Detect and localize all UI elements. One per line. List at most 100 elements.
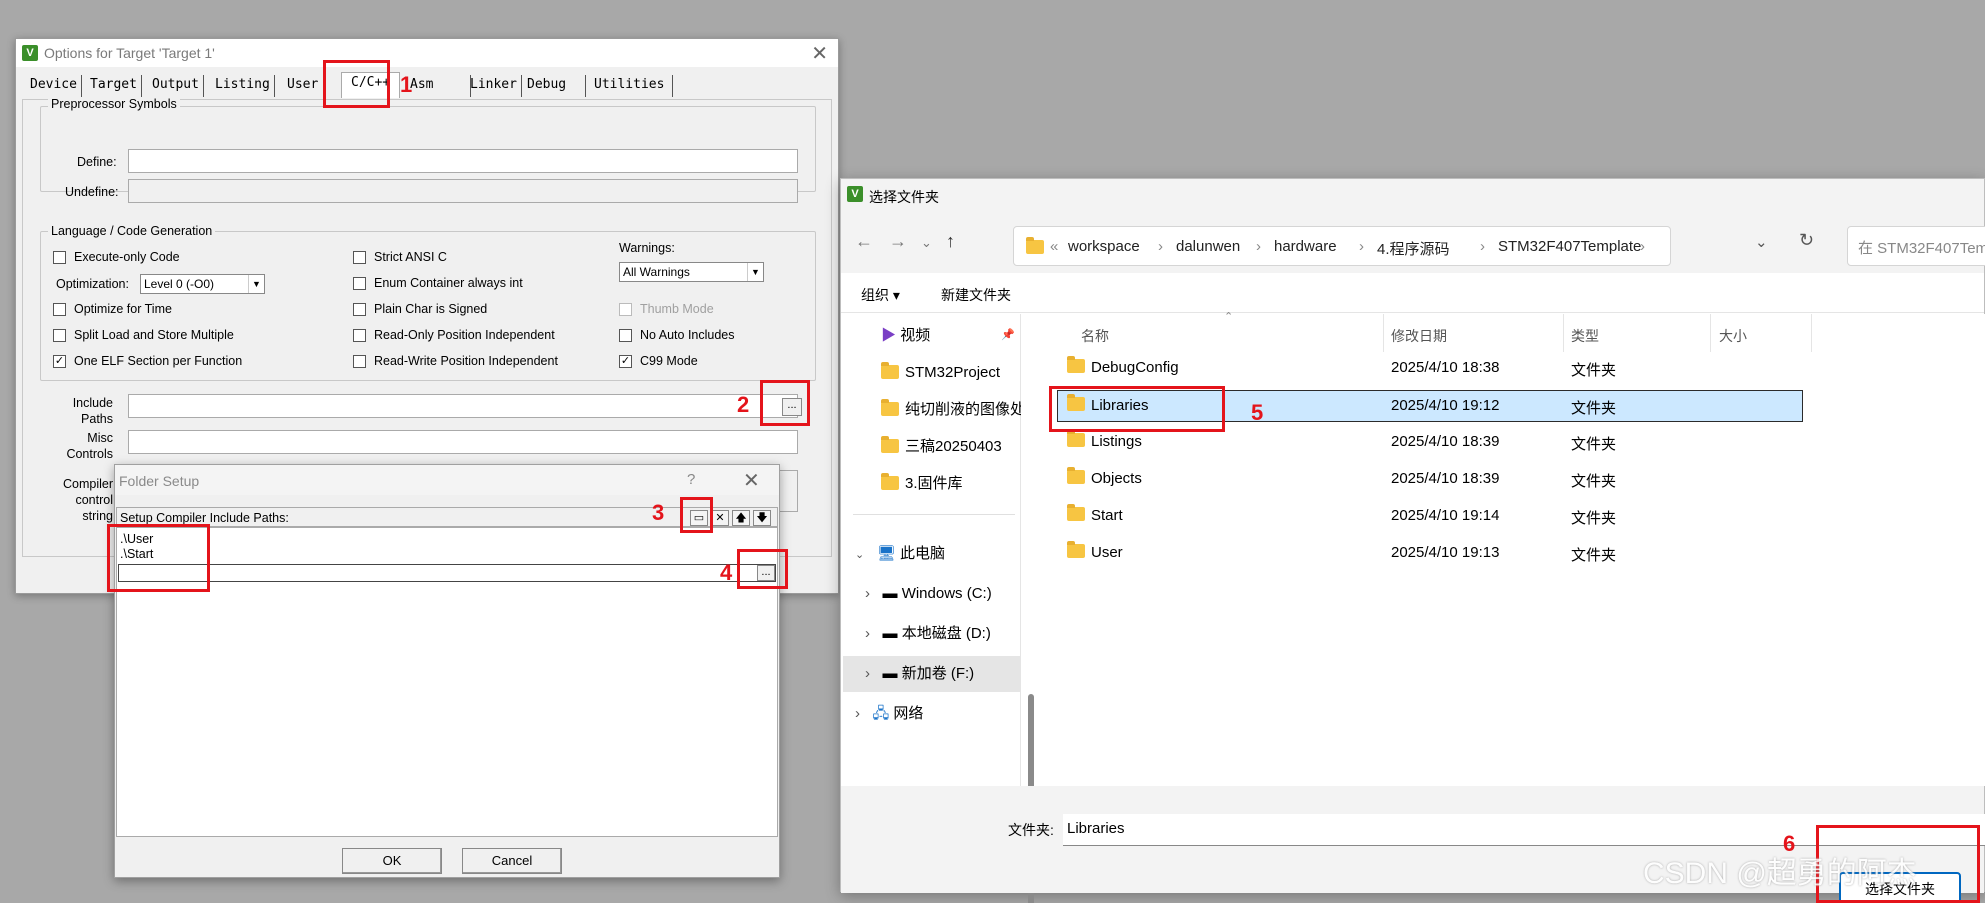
annotation-box <box>323 60 390 108</box>
tab-debug[interactable]: Debug <box>523 75 586 97</box>
define-input[interactable] <box>128 149 798 173</box>
column-type[interactable]: 类型 <box>1571 326 1599 346</box>
nav-item-folder[interactable]: 三稿20250403 <box>881 429 1021 465</box>
recent-chevron-icon[interactable]: ⌄ <box>921 235 932 251</box>
nav-item-network[interactable]: › 🖧 网络 <box>855 696 1021 732</box>
organize-button[interactable]: 组织 ▾ <box>861 285 900 305</box>
up-icon[interactable]: ↑ <box>946 231 955 252</box>
no-auto-includes-checkbox[interactable] <box>619 329 632 342</box>
tab-target[interactable]: Target <box>86 75 142 97</box>
optimize-time-checkbox[interactable] <box>53 303 66 316</box>
ok-button[interactable]: OK <box>342 848 442 874</box>
strict-ansi-checkbox[interactable] <box>353 251 366 264</box>
nav-item-video[interactable]: ▶ 视频 <box>881 318 1021 354</box>
title-bar[interactable]: V 选择文件夹 <box>841 179 1984 211</box>
include-label-1: Include <box>72 396 113 410</box>
execute-only-label: Execute-only Code <box>74 250 180 264</box>
folder-icon <box>881 399 899 416</box>
delete-icon[interactable]: ✕ <box>711 510 729 526</box>
c99-checkbox[interactable]: ✓ <box>619 355 632 368</box>
misc-controls-input[interactable] <box>128 430 798 454</box>
breadcrumb-overflow[interactable]: « <box>1050 238 1058 255</box>
enum-container-checkbox[interactable] <box>353 277 366 290</box>
pin-icon[interactable]: 📌 <box>1001 328 1015 341</box>
file-name: Listings <box>1091 433 1142 450</box>
define-label: Define: <box>77 155 117 169</box>
keil-app-icon: V <box>22 45 38 61</box>
file-date: 2025/4/10 18:38 <box>1391 359 1500 376</box>
back-icon[interactable]: ← <box>855 231 873 252</box>
include-paths-list[interactable]: .\User .\Start ... <box>116 527 778 837</box>
tab-listing[interactable]: Listing <box>211 75 275 97</box>
optimization-value: Level 0 (-O0) <box>144 277 215 291</box>
nav-item-drive[interactable]: › ▬ Windows (C:) <box>865 576 1021 612</box>
refresh-icon[interactable]: ↻ <box>1799 230 1814 251</box>
table-row[interactable]: Objects 2025/4/10 18:39 文件夹 <box>1057 464 1803 496</box>
include-paths-input[interactable] <box>128 394 798 418</box>
address-dropdown-icon[interactable]: ⌄ <box>1755 233 1768 251</box>
tab-user[interactable]: User <box>283 75 322 97</box>
breadcrumb[interactable]: dalunwen <box>1176 238 1240 255</box>
address-bar[interactable]: « workspace › dalunwen › hardware › 4.程序… <box>1013 226 1671 266</box>
tab-utilities[interactable]: Utilities <box>590 75 673 97</box>
tab-device[interactable]: Device <box>26 75 82 97</box>
help-icon[interactable]: ? <box>687 471 695 488</box>
breadcrumb[interactable]: hardware <box>1274 238 1337 255</box>
ro-pos-checkbox[interactable] <box>353 329 366 342</box>
file-date: 2025/4/10 19:12 <box>1391 397 1500 414</box>
nav-item-folder[interactable]: 3.固件库 <box>881 466 1021 502</box>
annotation-number: 5 <box>1251 400 1264 425</box>
divider <box>1710 314 1711 352</box>
title-bar[interactable]: V Options for Target 'Target 1' ✕ <box>16 39 838 67</box>
column-name[interactable]: 名称 <box>1081 326 1109 346</box>
c99-label: C99 Mode <box>640 354 698 368</box>
column-size[interactable]: 大小 <box>1719 326 1747 346</box>
pc-icon: 🖥 <box>876 545 896 562</box>
table-row[interactable]: Start 2025/4/10 19:14 文件夹 <box>1057 501 1803 533</box>
move-up-icon[interactable]: 🡅 <box>732 510 750 526</box>
one-elf-checkbox[interactable]: ✓ <box>53 355 66 368</box>
tab-output[interactable]: Output <box>148 75 204 97</box>
nav-item-this-pc[interactable]: ⌄ 🖥 此电脑 <box>855 536 1021 572</box>
compiler-label-2: control <box>75 493 113 507</box>
close-icon[interactable]: ✕ <box>743 468 760 493</box>
breadcrumb[interactable]: workspace <box>1068 238 1140 255</box>
warnings-select[interactable]: All Warnings ▼ <box>619 262 764 282</box>
optimization-select[interactable]: Level 0 (-O0) ▼ <box>140 274 265 294</box>
folder-icon <box>1067 541 1085 558</box>
file-date: 2025/4/10 18:39 <box>1391 433 1500 450</box>
chevron-right-icon: › <box>865 585 870 602</box>
thumb-mode-checkbox <box>619 303 632 316</box>
breadcrumb[interactable]: 4.程序源码 <box>1377 238 1450 259</box>
navigation-bar: ← → ⌄ ↑ « workspace › dalunwen › hardwar… <box>841 211 1985 273</box>
file-type: 文件夹 <box>1571 400 1617 417</box>
drive-icon: ▬ <box>882 625 898 642</box>
breadcrumb[interactable]: STM32F407Template <box>1498 238 1641 255</box>
nav-item-folder[interactable]: 纯切削液的图像处理 <box>881 392 1021 428</box>
column-date[interactable]: 修改日期 <box>1391 326 1447 346</box>
new-folder-button[interactable]: 新建文件夹 <box>941 285 1011 305</box>
preprocessor-title: Preprocessor Symbols <box>48 97 180 111</box>
nav-item-drive[interactable]: › ▬ 新加卷 (F:) <box>843 656 1021 692</box>
dialog-title: Folder Setup <box>119 473 200 489</box>
tab-linker[interactable]: Linker <box>466 75 522 97</box>
nav-item-folder[interactable]: STM32Project <box>881 355 1021 391</box>
one-elf-label: One ELF Section per Function <box>74 354 243 368</box>
divider <box>1811 314 1812 352</box>
split-load-checkbox[interactable] <box>53 329 66 342</box>
path-edit-input[interactable]: ... <box>118 564 776 582</box>
search-input[interactable]: 在 STM32F407Template 中搜索 <box>1847 226 1985 266</box>
close-icon[interactable]: ✕ <box>811 41 828 66</box>
table-row[interactable]: User 2025/4/10 19:13 文件夹 <box>1057 538 1803 570</box>
cancel-button[interactable]: Cancel <box>462 848 562 874</box>
tab-asm[interactable]: Asm <box>406 75 471 97</box>
execute-only-checkbox[interactable] <box>53 251 66 264</box>
title-bar[interactable]: Folder Setup ? ✕ <box>115 465 779 495</box>
nav-item-drive[interactable]: › ▬ 本地磁盘 (D:) <box>865 616 1021 652</box>
thumb-mode-label: Thumb Mode <box>640 302 714 316</box>
move-down-icon[interactable]: 🡇 <box>753 510 771 526</box>
rw-pos-checkbox[interactable] <box>353 355 366 368</box>
table-row[interactable]: DebugConfig 2025/4/10 18:38 文件夹 <box>1057 353 1803 385</box>
plain-char-checkbox[interactable] <box>353 303 366 316</box>
forward-icon[interactable]: → <box>889 231 907 252</box>
